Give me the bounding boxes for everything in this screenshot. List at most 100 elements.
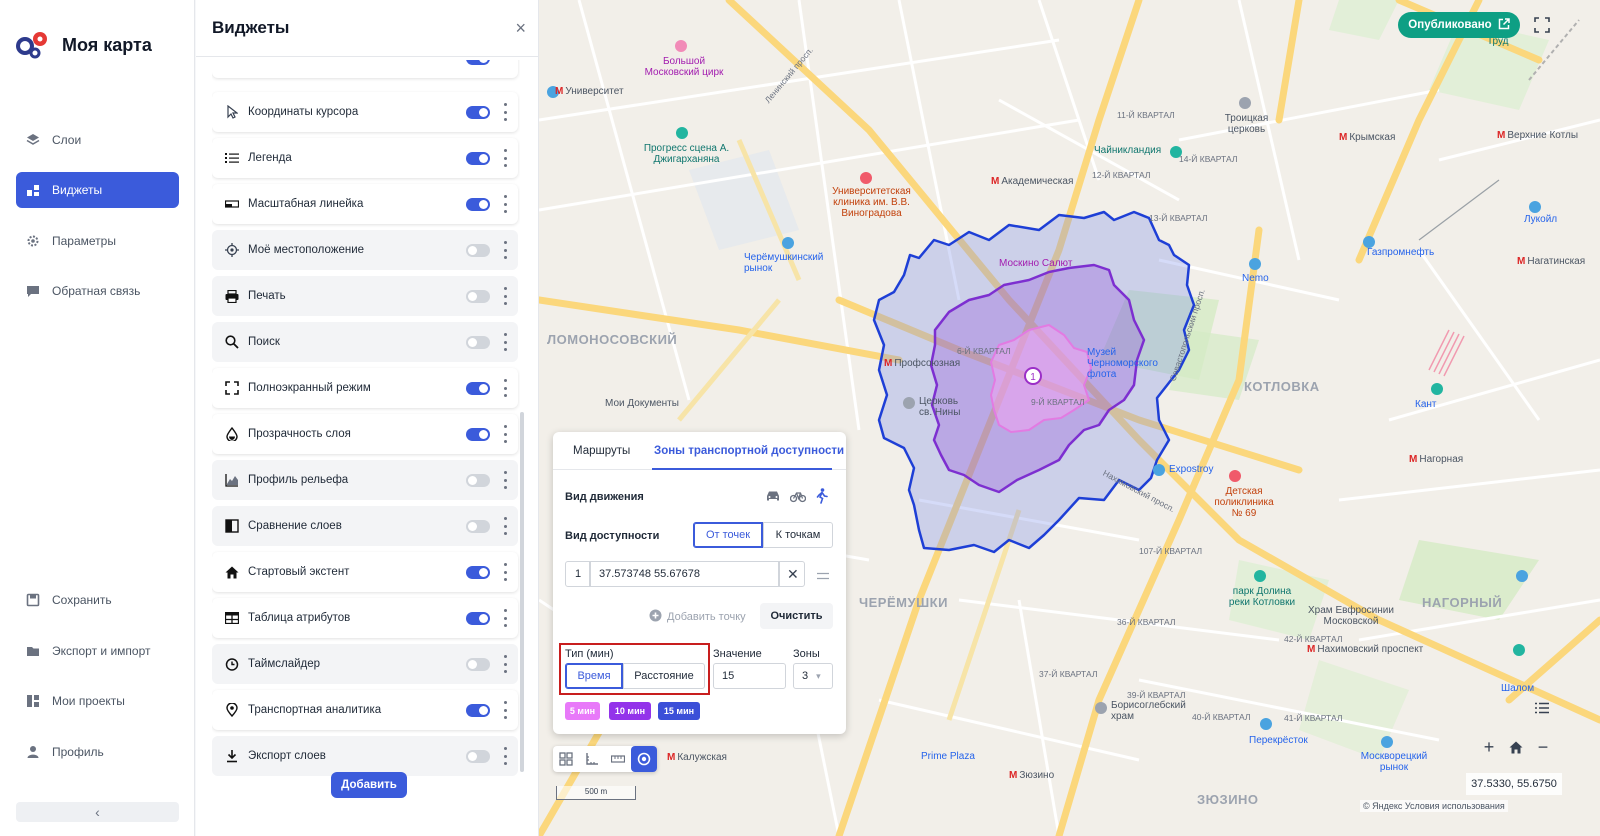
widget-row[interactable]: Профиль рельефа: [212, 460, 518, 500]
map-attribution[interactable]: © Яндекс Условия использования: [1360, 800, 1508, 812]
widget-toggle[interactable]: [466, 428, 490, 441]
widget-toggle[interactable]: [466, 152, 490, 165]
widget-row[interactable]: Легенда: [212, 138, 518, 178]
legend-icon: [224, 150, 240, 166]
car-icon[interactable]: [765, 489, 781, 506]
more-icon[interactable]: [502, 241, 508, 259]
more-icon[interactable]: [502, 287, 508, 305]
zone-chip-10: 10 мин: [609, 702, 651, 720]
settings-icon: [26, 234, 40, 248]
map-tools-bar: [553, 746, 657, 772]
value-label: Значение: [713, 648, 762, 660]
clear-point-icon[interactable]: ✕: [779, 561, 805, 587]
tab-routes[interactable]: Маршруты: [573, 445, 630, 457]
widget-row[interactable]: Прозрачность слоя: [212, 414, 518, 454]
add-point-button[interactable]: Добавить точку: [649, 609, 746, 625]
label-kv42: 42-Й КВАРТАЛ: [1284, 634, 1343, 644]
bicycle-icon[interactable]: [789, 489, 807, 506]
widget-toggle[interactable]: [466, 382, 490, 395]
poi-khram: Храм Евфросинии Московской: [1308, 605, 1394, 627]
widget-row[interactable]: Полноэкранный режим: [212, 368, 518, 408]
widget-toggle[interactable]: [466, 106, 490, 119]
widget-toggle[interactable]: [466, 520, 490, 533]
more-icon[interactable]: [502, 609, 508, 627]
published-button[interactable]: Опубликовано: [1398, 12, 1520, 38]
walk-icon[interactable]: [816, 488, 828, 507]
more-icon[interactable]: [502, 747, 508, 765]
widget-row[interactable]: Экспорт слоев: [212, 736, 518, 776]
more-icon[interactable]: [502, 379, 508, 397]
nav-item-widgets[interactable]: Виджеты: [16, 172, 179, 208]
chevron-down-icon: ▾: [816, 670, 821, 681]
widget-toggle[interactable]: [466, 244, 490, 257]
ruler-icon[interactable]: [605, 746, 631, 772]
more-icon[interactable]: [502, 563, 508, 581]
zoom-in-icon[interactable]: +: [1478, 736, 1500, 758]
widget-toggle[interactable]: [466, 336, 490, 349]
widget-row[interactable]: Поиск: [212, 322, 518, 362]
widget-row[interactable]: Моё местоположение: [212, 230, 518, 270]
value-input[interactable]: 15: [713, 663, 786, 689]
to-points-button[interactable]: К точкам: [763, 522, 833, 548]
poi-tserkov: Церковь св. Нины: [919, 396, 961, 418]
more-icon[interactable]: [502, 103, 508, 121]
more-icon[interactable]: [502, 701, 508, 719]
widget-toggle[interactable]: [466, 612, 490, 625]
profile-icon: [26, 745, 40, 759]
more-icon[interactable]: [502, 149, 508, 167]
drag-handle-icon[interactable]: [817, 569, 829, 583]
nav-item-save[interactable]: Сохранить: [16, 582, 179, 618]
poi-park: парк Долина реки Котловки: [1228, 586, 1296, 608]
widget-row[interactable]: Таблица атрибутов: [212, 598, 518, 638]
home-extent-icon[interactable]: [1505, 736, 1527, 758]
more-icon[interactable]: [502, 195, 508, 213]
transport-analytics-icon[interactable]: [631, 746, 657, 772]
widget-toggle[interactable]: [466, 198, 490, 211]
nav-item-profile[interactable]: Профиль: [16, 734, 179, 770]
widget-row[interactable]: Координаты курсора: [212, 92, 518, 132]
clear-button[interactable]: Очистить: [760, 603, 833, 629]
measure-area-icon[interactable]: [579, 746, 605, 772]
app-logo[interactable]: Моя карта: [16, 28, 152, 62]
map-fullscreen-icon[interactable]: [1533, 16, 1551, 34]
more-icon[interactable]: [502, 471, 508, 489]
widget-toggle[interactable]: [466, 750, 490, 763]
widget-row[interactable]: Стартовый экстент: [212, 552, 518, 592]
panel-title: Виджеты: [212, 18, 290, 37]
widget-toggle[interactable]: [466, 658, 490, 671]
widget-row[interactable]: Печать: [212, 276, 518, 316]
widget-toggle[interactable]: [466, 290, 490, 303]
grid-icon[interactable]: [553, 746, 579, 772]
more-icon[interactable]: [502, 517, 508, 535]
widget-row[interactable]: Таймслайдер: [212, 644, 518, 684]
tab-isochrones[interactable]: Зоны транспортной доступности: [654, 445, 844, 457]
nav-item-layers[interactable]: Слои: [16, 122, 179, 158]
point-coordinates-input[interactable]: 37.573748 55.67678: [590, 561, 779, 587]
legend-toggle-icon[interactable]: [1531, 697, 1553, 719]
nav-label: Параметры: [52, 234, 116, 248]
widget-toggle[interactable]: [466, 704, 490, 717]
label-kv40: 40-Й КВАРТАЛ: [1192, 712, 1251, 722]
projects-icon: [26, 694, 40, 708]
add-widget-button[interactable]: Добавить: [331, 772, 407, 798]
zone-chip-15: 15 мин: [658, 702, 700, 720]
widget-toggle[interactable]: [466, 474, 490, 487]
widget-toggle[interactable]: [466, 566, 490, 579]
zoom-out-icon[interactable]: −: [1532, 736, 1554, 758]
nav-item-settings[interactable]: Параметры: [16, 223, 179, 259]
widget-row[interactable]: Транспортная аналитика: [212, 690, 518, 730]
nav-item-feedback[interactable]: Обратная связь: [16, 273, 179, 309]
close-icon[interactable]: ×: [515, 18, 526, 39]
zones-select[interactable]: 3 ▾: [793, 663, 833, 689]
from-points-button[interactable]: От точек: [693, 522, 763, 548]
more-icon[interactable]: [502, 425, 508, 443]
nav-item-export-import[interactable]: Экспорт и импорт: [16, 633, 179, 669]
more-icon[interactable]: [502, 655, 508, 673]
nav-item-projects[interactable]: Мои проекты: [16, 683, 179, 719]
panel-scrollbar[interactable]: [520, 412, 524, 772]
transport-tabs: Маршруты Зоны транспортной доступности: [553, 432, 846, 470]
collapse-sidebar-button[interactable]: ‹: [16, 802, 179, 822]
widget-row[interactable]: Сравнение слоев: [212, 506, 518, 546]
widget-row[interactable]: Масштабная линейка: [212, 184, 518, 224]
more-icon[interactable]: [502, 333, 508, 351]
